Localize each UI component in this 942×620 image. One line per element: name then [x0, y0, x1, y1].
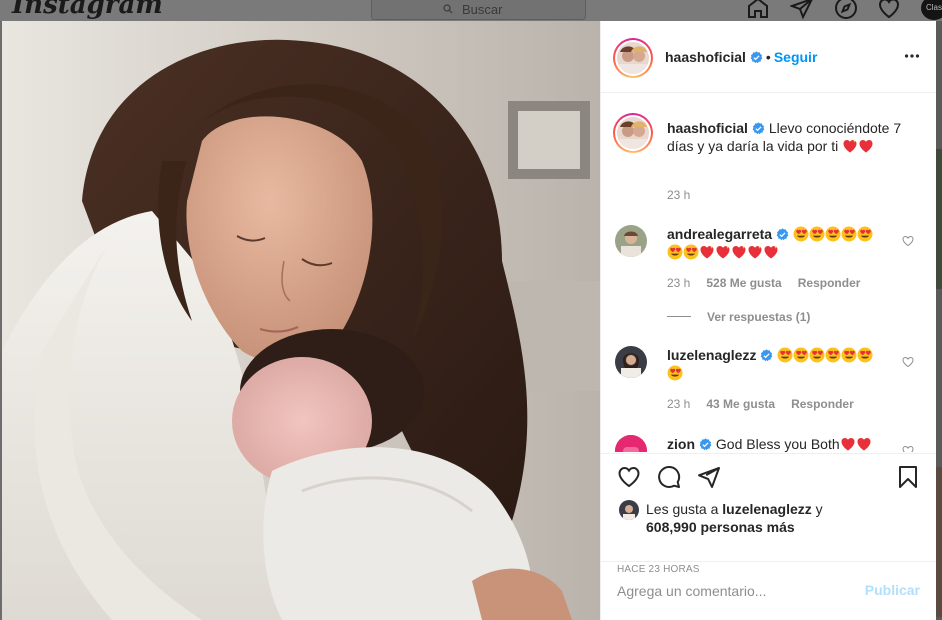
sparkle-heart-emoji	[747, 244, 763, 260]
comment-likes[interactable]: 43 Me gusta	[706, 397, 775, 411]
view-replies-label: Ver respuestas (1)	[707, 310, 811, 324]
sparkle-heart-emoji	[699, 244, 715, 260]
reply-button[interactable]: Responder	[798, 276, 861, 290]
activity-heart-icon[interactable]	[877, 0, 901, 20]
comment-body: zion God Bless you Both	[667, 435, 887, 452]
comment-text: God Bless you Both	[715, 436, 840, 452]
caption-meta: 23 h	[667, 188, 706, 202]
liked-by-summary: Les gusta a luzelenaglezz y 608,990 pers…	[619, 500, 829, 536]
direct-icon[interactable]	[790, 0, 814, 20]
heart-eyes-emoji	[825, 226, 841, 242]
heart-eyes-emoji	[857, 347, 873, 363]
red-heart-emoji	[840, 436, 856, 452]
heart-eyes-emoji	[777, 347, 793, 363]
post-header: haashoficial • Seguir	[601, 21, 936, 93]
author-username[interactable]: haashoficial	[665, 49, 746, 65]
sparkle-heart-emoji	[763, 244, 779, 260]
verified-icon	[760, 349, 773, 362]
dot-separator: •	[765, 49, 771, 65]
instagram-topbar: Instagram Buscar Clas	[0, 0, 942, 21]
commenter-avatar[interactable]	[615, 435, 647, 452]
caption-avatar[interactable]	[613, 113, 653, 153]
sparkle-heart-emoji	[731, 244, 747, 260]
caption-username[interactable]: haashoficial	[667, 120, 748, 136]
verified-icon	[750, 51, 763, 64]
liked-by-avatar[interactable]	[619, 500, 639, 520]
photo-illustration	[2, 21, 600, 620]
like-heart-icon[interactable]	[617, 465, 641, 489]
post-panel: haashoficial • Seguir haashoficial Llevo…	[600, 21, 936, 620]
heart-eyes-emoji	[683, 244, 699, 260]
heart-eyes-emoji	[667, 365, 683, 381]
heart-eyes-emoji	[841, 226, 857, 242]
comment-username[interactable]: zion	[667, 436, 695, 452]
reply-button[interactable]: Responder	[791, 397, 854, 411]
heart-eyes-emoji	[841, 347, 857, 363]
comment-username[interactable]: andrealegarreta	[667, 226, 772, 242]
like-comment-icon[interactable]	[902, 356, 914, 368]
heart-eyes-emoji	[825, 347, 841, 363]
author-avatar[interactable]	[613, 38, 653, 78]
comment-username[interactable]: luzelenaglezz	[667, 347, 756, 363]
liked-by-conj: y	[815, 501, 823, 517]
explore-icon[interactable]	[834, 0, 858, 20]
verified-icon	[699, 438, 712, 451]
caption-time[interactable]: 23 h	[667, 188, 690, 202]
author-avatar-image	[617, 42, 649, 74]
red-heart-emoji	[856, 436, 872, 452]
replies-divider	[667, 316, 691, 317]
like-comment-icon[interactable]	[902, 445, 914, 452]
comment-icon[interactable]	[657, 465, 681, 489]
comment-time[interactable]: 23 h	[667, 276, 690, 290]
more-options-icon[interactable]	[904, 46, 920, 66]
heart-eyes-emoji	[793, 347, 809, 363]
commenter-avatar[interactable]	[615, 225, 647, 257]
liked-by-prefix: Les gusta a	[646, 501, 719, 517]
instagram-logo[interactable]: Instagram	[12, 0, 163, 20]
heart-eyes-emoji	[809, 226, 825, 242]
post-actions: Les gusta a luzelenaglezz y 608,990 pers…	[601, 453, 936, 575]
liked-by-text: Les gusta a luzelenaglezz y 608,990 pers…	[619, 500, 829, 536]
publish-button[interactable]: Publicar	[865, 582, 920, 598]
likes-count[interactable]: 608,990 personas más	[646, 519, 795, 535]
add-comment-bar: Publicar	[601, 561, 936, 620]
save-bookmark-icon[interactable]	[896, 465, 920, 489]
comment-time[interactable]: 23 h	[667, 397, 690, 411]
sparkle-heart-emoji	[715, 244, 731, 260]
heart-eyes-emoji	[793, 226, 809, 242]
liked-by-user[interactable]: luzelenaglezz	[722, 501, 811, 517]
heart-eyes-emoji	[667, 244, 683, 260]
post-photo[interactable]	[2, 21, 600, 620]
red-heart-emoji	[858, 138, 874, 154]
search-icon	[443, 4, 453, 14]
like-comment-icon[interactable]	[902, 235, 914, 247]
verified-icon	[776, 228, 789, 241]
post-modal: haashoficial • Seguir haashoficial Llevo…	[2, 21, 936, 620]
view-replies-button[interactable]: Ver respuestas (1)	[667, 310, 810, 324]
caption-body: haashoficial Llevo conociéndote 7 días y…	[667, 119, 907, 155]
heart-eyes-emoji	[857, 226, 873, 242]
comment-likes[interactable]: 528 Me gusta	[706, 276, 781, 290]
search-placeholder: Buscar	[462, 2, 503, 17]
home-icon[interactable]	[746, 0, 770, 20]
heart-eyes-emoji	[809, 347, 825, 363]
verified-icon	[752, 122, 765, 135]
author-line: haashoficial • Seguir	[665, 49, 817, 67]
follow-button[interactable]: Seguir	[774, 49, 818, 65]
share-icon[interactable]	[697, 465, 721, 489]
comment-input[interactable]	[617, 580, 847, 602]
comment-meta: 23 h 528 Me gusta Responder	[667, 276, 876, 290]
page-backdrop	[936, 21, 942, 620]
comment-body: luzelenaglezz	[667, 346, 877, 382]
profile-avatar[interactable]: Clas	[921, 0, 942, 20]
comment-meta: 23 h 43 Me gusta Responder	[667, 397, 870, 411]
sparkle-heart-emoji	[842, 138, 858, 154]
commenter-avatar[interactable]	[615, 346, 647, 378]
search-box[interactable]: Buscar	[371, 0, 586, 20]
comments-list[interactable]: haashoficial Llevo conociéndote 7 días y…	[601, 94, 936, 452]
comment-body: andrealegarreta	[667, 225, 877, 261]
